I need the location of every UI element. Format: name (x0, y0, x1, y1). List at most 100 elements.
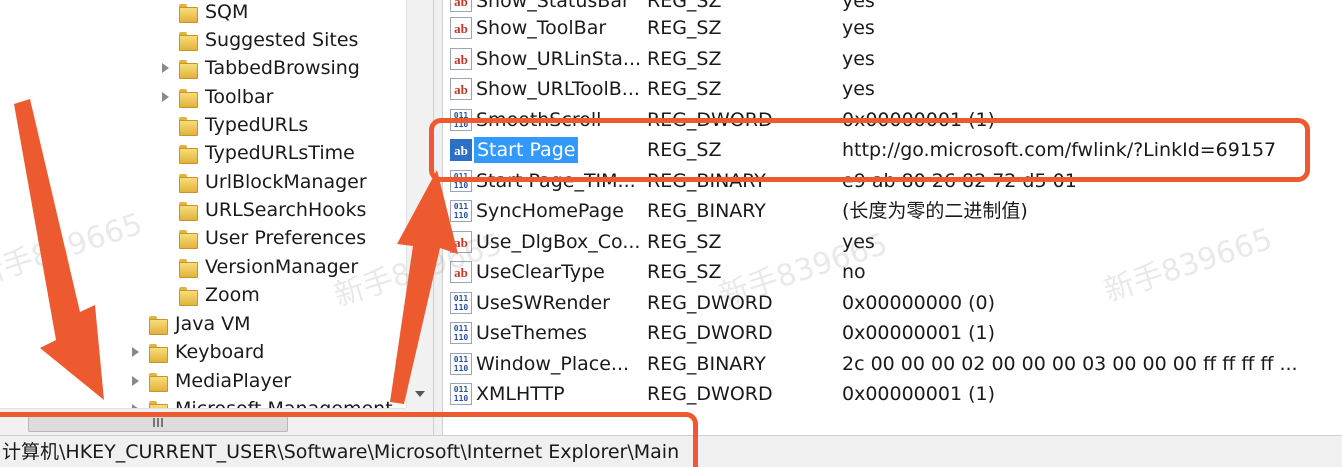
scrollbar-thumb[interactable] (28, 413, 288, 432)
value-row[interactable]: Show_ToolBar REG_SZ yes (443, 13, 1342, 43)
value-data: yes (842, 231, 875, 253)
tree-item-user-preferences[interactable]: User Preferences (157, 224, 366, 252)
tree-item-versionmanager[interactable]: VersionManager (157, 253, 358, 281)
value-type: REG_DWORD (647, 383, 773, 405)
value-row[interactable]: XMLHTTP REG_DWORD 0x00000001 (1) (443, 379, 1342, 409)
value-type: REG_DWORD (647, 292, 773, 314)
tree-item-typedurls[interactable]: TypedURLs (157, 111, 308, 139)
folder-icon (177, 199, 199, 221)
value-row[interactable]: Start Page_TIM... REG_BINARY e9 ab 80 26… (443, 166, 1342, 196)
value-row[interactable]: SmoothScroll REG_DWORD 0x00000001 (1) (443, 105, 1342, 135)
folder-icon (177, 29, 199, 51)
expand-arrow-icon[interactable] (157, 89, 173, 105)
registry-key-tree[interactable]: SQM Suggested Sites TabbedBrowsing Toolb… (0, 0, 433, 435)
value-data: 2c 00 00 00 02 00 00 00 03 00 00 00 ff f… (842, 353, 1298, 375)
tree-expander (157, 287, 173, 303)
reg-sz-icon (450, 78, 472, 100)
status-bar-key-path: 计算机\HKEY_CURRENT_USER\Software\Microsoft… (0, 435, 1342, 467)
value-name: UseSWRender (476, 292, 610, 314)
value-row[interactable]: Use_DlgBox_Co... REG_SZ yes (443, 227, 1342, 257)
reg-sz-icon (450, 261, 472, 283)
tree-item-keyboard[interactable]: Keyboard (127, 338, 264, 366)
value-data: e9 ab 80 26 82 72 d5 01 (842, 170, 1077, 192)
tree-item-mediaplayer[interactable]: MediaPlayer (127, 367, 291, 395)
folder-icon (177, 284, 199, 306)
expand-arrow-icon[interactable] (157, 60, 173, 76)
tree-item-label: SQM (205, 1, 249, 23)
value-data: 0x00000001 (1) (842, 383, 995, 405)
tree-expander (127, 316, 143, 332)
tree-item-label: Java VM (175, 313, 251, 335)
tree-item-tabbedbrowsing[interactable]: TabbedBrowsing (157, 54, 360, 82)
tree-horizontal-scrollbar[interactable] (0, 408, 406, 435)
value-row[interactable]: Window_Place... REG_BINARY 2c 00 00 00 0… (443, 349, 1342, 379)
value-name: UseThemes (476, 322, 587, 344)
value-name: Use_DlgBox_Co... (476, 231, 641, 253)
pane-splitter[interactable] (433, 0, 443, 435)
value-row[interactable]: Show_URLToolB... REG_SZ yes (443, 74, 1342, 104)
reg-binary-icon (450, 170, 472, 192)
value-name: Window_Place... (476, 353, 630, 375)
value-row[interactable]: UseSWRender REG_DWORD 0x00000000 (0) (443, 288, 1342, 318)
value-row[interactable]: SyncHomePage REG_BINARY (长度为零的二进制值) (443, 196, 1342, 226)
value-name: Show_URLinSta... (476, 48, 642, 70)
value-type: REG_SZ (647, 48, 722, 70)
folder-icon (177, 1, 199, 23)
value-data: no (842, 261, 866, 283)
tree-vertical-scrollbar[interactable] (406, 0, 433, 408)
value-data: 0x00000000 (0) (842, 292, 995, 314)
tree-expander (157, 259, 173, 275)
reg-sz-icon (450, 139, 472, 161)
tree-item-label: TabbedBrowsing (205, 57, 360, 79)
tree-item-label: User Preferences (205, 227, 367, 249)
tree-item-label: TypedURLs (205, 114, 309, 136)
reg-sz-icon (450, 0, 472, 12)
value-type: REG_DWORD (647, 322, 773, 344)
expand-arrow-icon[interactable] (127, 344, 143, 360)
folder-icon (177, 114, 199, 136)
tree-expander (157, 4, 173, 20)
folder-icon (177, 142, 199, 164)
reg-sz-icon (450, 231, 472, 253)
tree-item-label: VersionManager (205, 256, 359, 278)
value-type: REG_SZ (647, 261, 722, 283)
reg-binary-icon (450, 383, 472, 405)
tree-item-urlsearchhooks[interactable]: URLSearchHooks (157, 196, 366, 224)
expand-arrow-icon[interactable] (127, 373, 143, 389)
reg-binary-icon (450, 292, 472, 314)
value-data: (长度为零的二进制值) (842, 200, 1028, 222)
value-row[interactable]: UseClearType REG_SZ no (443, 257, 1342, 287)
tree-item-toolbar[interactable]: Toolbar (157, 83, 273, 111)
folder-icon (177, 57, 199, 79)
value-row[interactable]: UseThemes REG_DWORD 0x00000001 (1) (443, 318, 1342, 348)
tree-item-suggested-sites[interactable]: Suggested Sites (157, 26, 358, 54)
folder-icon (147, 341, 169, 363)
value-row-start-page[interactable]: Start Page REG_SZ http://go.microsoft.co… (443, 135, 1342, 165)
value-name: SmoothScroll (476, 109, 602, 131)
value-type: REG_SZ (647, 139, 722, 161)
value-data: yes (842, 17, 875, 39)
scroll-down-arrow-icon[interactable] (408, 382, 432, 406)
value-type: REG_SZ (647, 231, 722, 253)
tree-item-sqm[interactable]: SQM (157, 0, 248, 26)
reg-binary-icon (450, 200, 472, 222)
reg-sz-icon (450, 17, 472, 39)
value-data: yes (842, 48, 875, 70)
tree-item-label: Zoom (205, 284, 260, 306)
value-name: Start Page_TIM... (476, 170, 636, 192)
value-row[interactable]: Show_URLinSta... REG_SZ yes (443, 44, 1342, 74)
value-name: XMLHTTP (476, 383, 565, 405)
tree-item-urlblockmanager[interactable]: UrlBlockManager (157, 168, 367, 196)
tree-item-label: URLSearchHooks (205, 199, 367, 221)
value-name: Show_URLToolB... (476, 78, 640, 100)
tree-item-zoom[interactable]: Zoom (157, 281, 260, 309)
registry-values-list[interactable]: Show_StatusBar REG_SZ yes Show_ToolBar R… (443, 0, 1342, 435)
tree-expander (157, 32, 173, 48)
value-data: yes (842, 78, 875, 100)
reg-binary-icon (450, 109, 472, 131)
tree-item-java-vm[interactable]: Java VM (127, 310, 251, 338)
tree-expander (157, 145, 173, 161)
reg-binary-icon (450, 353, 472, 375)
tree-item-typedurlstime[interactable]: TypedURLsTime (157, 139, 355, 167)
grip-icon (153, 418, 163, 427)
